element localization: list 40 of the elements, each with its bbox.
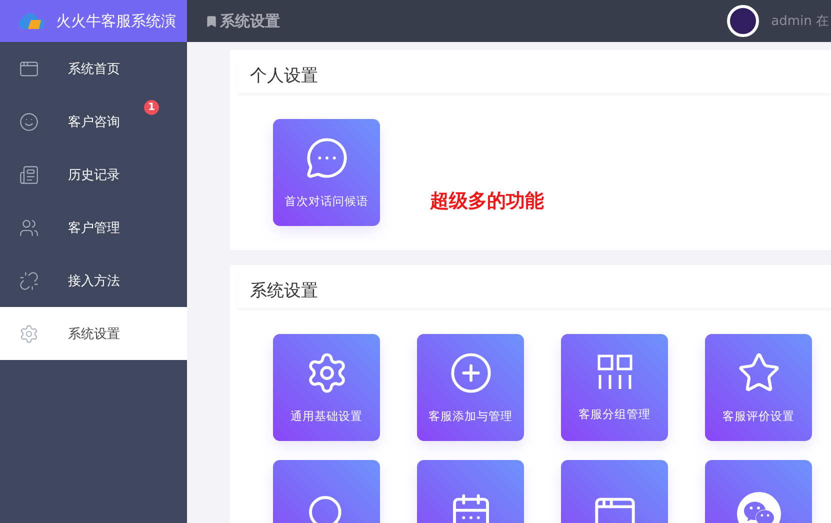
cloud-logo-icon <box>16 11 46 31</box>
settings-tile[interactable]: 通用基础设置 <box>273 334 380 441</box>
chat-bubbles-icon <box>736 492 780 523</box>
settings-tile[interactable]: 客服添加与管理 <box>417 334 524 441</box>
sidebar-item[interactable]: 接入方法 <box>0 254 187 307</box>
sidebar-label: 客户咨询 <box>68 114 120 130</box>
card-title: 系统设置 <box>250 280 318 302</box>
tile-label: 客服添加与管理 <box>428 409 512 424</box>
tile-label: 客服评价设置 <box>722 409 794 424</box>
settings-icon <box>19 324 39 344</box>
card-title: 个人设置 <box>250 64 318 86</box>
broken-link-icon <box>19 270 39 290</box>
brand-title: 火火牛客服系统演 <box>56 12 176 30</box>
tile-label: 客服分组管理 <box>578 407 650 422</box>
users-icon <box>19 218 39 238</box>
annotation-text: 超级多的功能 <box>430 189 544 214</box>
smile-icon <box>19 112 39 132</box>
settings-tile[interactable]: 首次对话问候语 <box>273 119 380 226</box>
count-badge: 1 <box>144 100 159 115</box>
bookmark-icon <box>205 14 218 28</box>
settings-tile[interactable]: 客服分组管理 <box>561 334 668 441</box>
sidebar-label: 系统首页 <box>68 60 120 78</box>
page-title: 系统设置 <box>220 12 280 30</box>
sidebar-label: 系统设置 <box>68 326 120 342</box>
add-icon <box>448 351 492 395</box>
tile-label: 通用基础设置 <box>290 409 362 424</box>
sidebar-label: 接入方法 <box>68 272 120 290</box>
document-icon <box>19 164 39 184</box>
sidebar-item[interactable]: 系统设置 <box>0 307 187 360</box>
sidebar-label: 历史记录 <box>68 166 120 184</box>
sidebar-label: 客户管理 <box>68 220 120 236</box>
sidebar-item[interactable]: 客户咨询 1 <box>0 95 187 148</box>
chat-bubble-icon <box>304 136 348 180</box>
tile-label: 首次对话问候语 <box>284 194 368 209</box>
settings-tile[interactable]: 客服评价设置 <box>705 334 812 441</box>
sidebar-item[interactable]: 客户管理 <box>0 201 187 254</box>
user-status: admin 在 <box>771 13 829 30</box>
avatar[interactable] <box>727 5 760 37</box>
sidebar-item[interactable]: 历史记录 <box>0 148 187 201</box>
sidebar-item[interactable]: 系统首页 <box>0 42 187 95</box>
